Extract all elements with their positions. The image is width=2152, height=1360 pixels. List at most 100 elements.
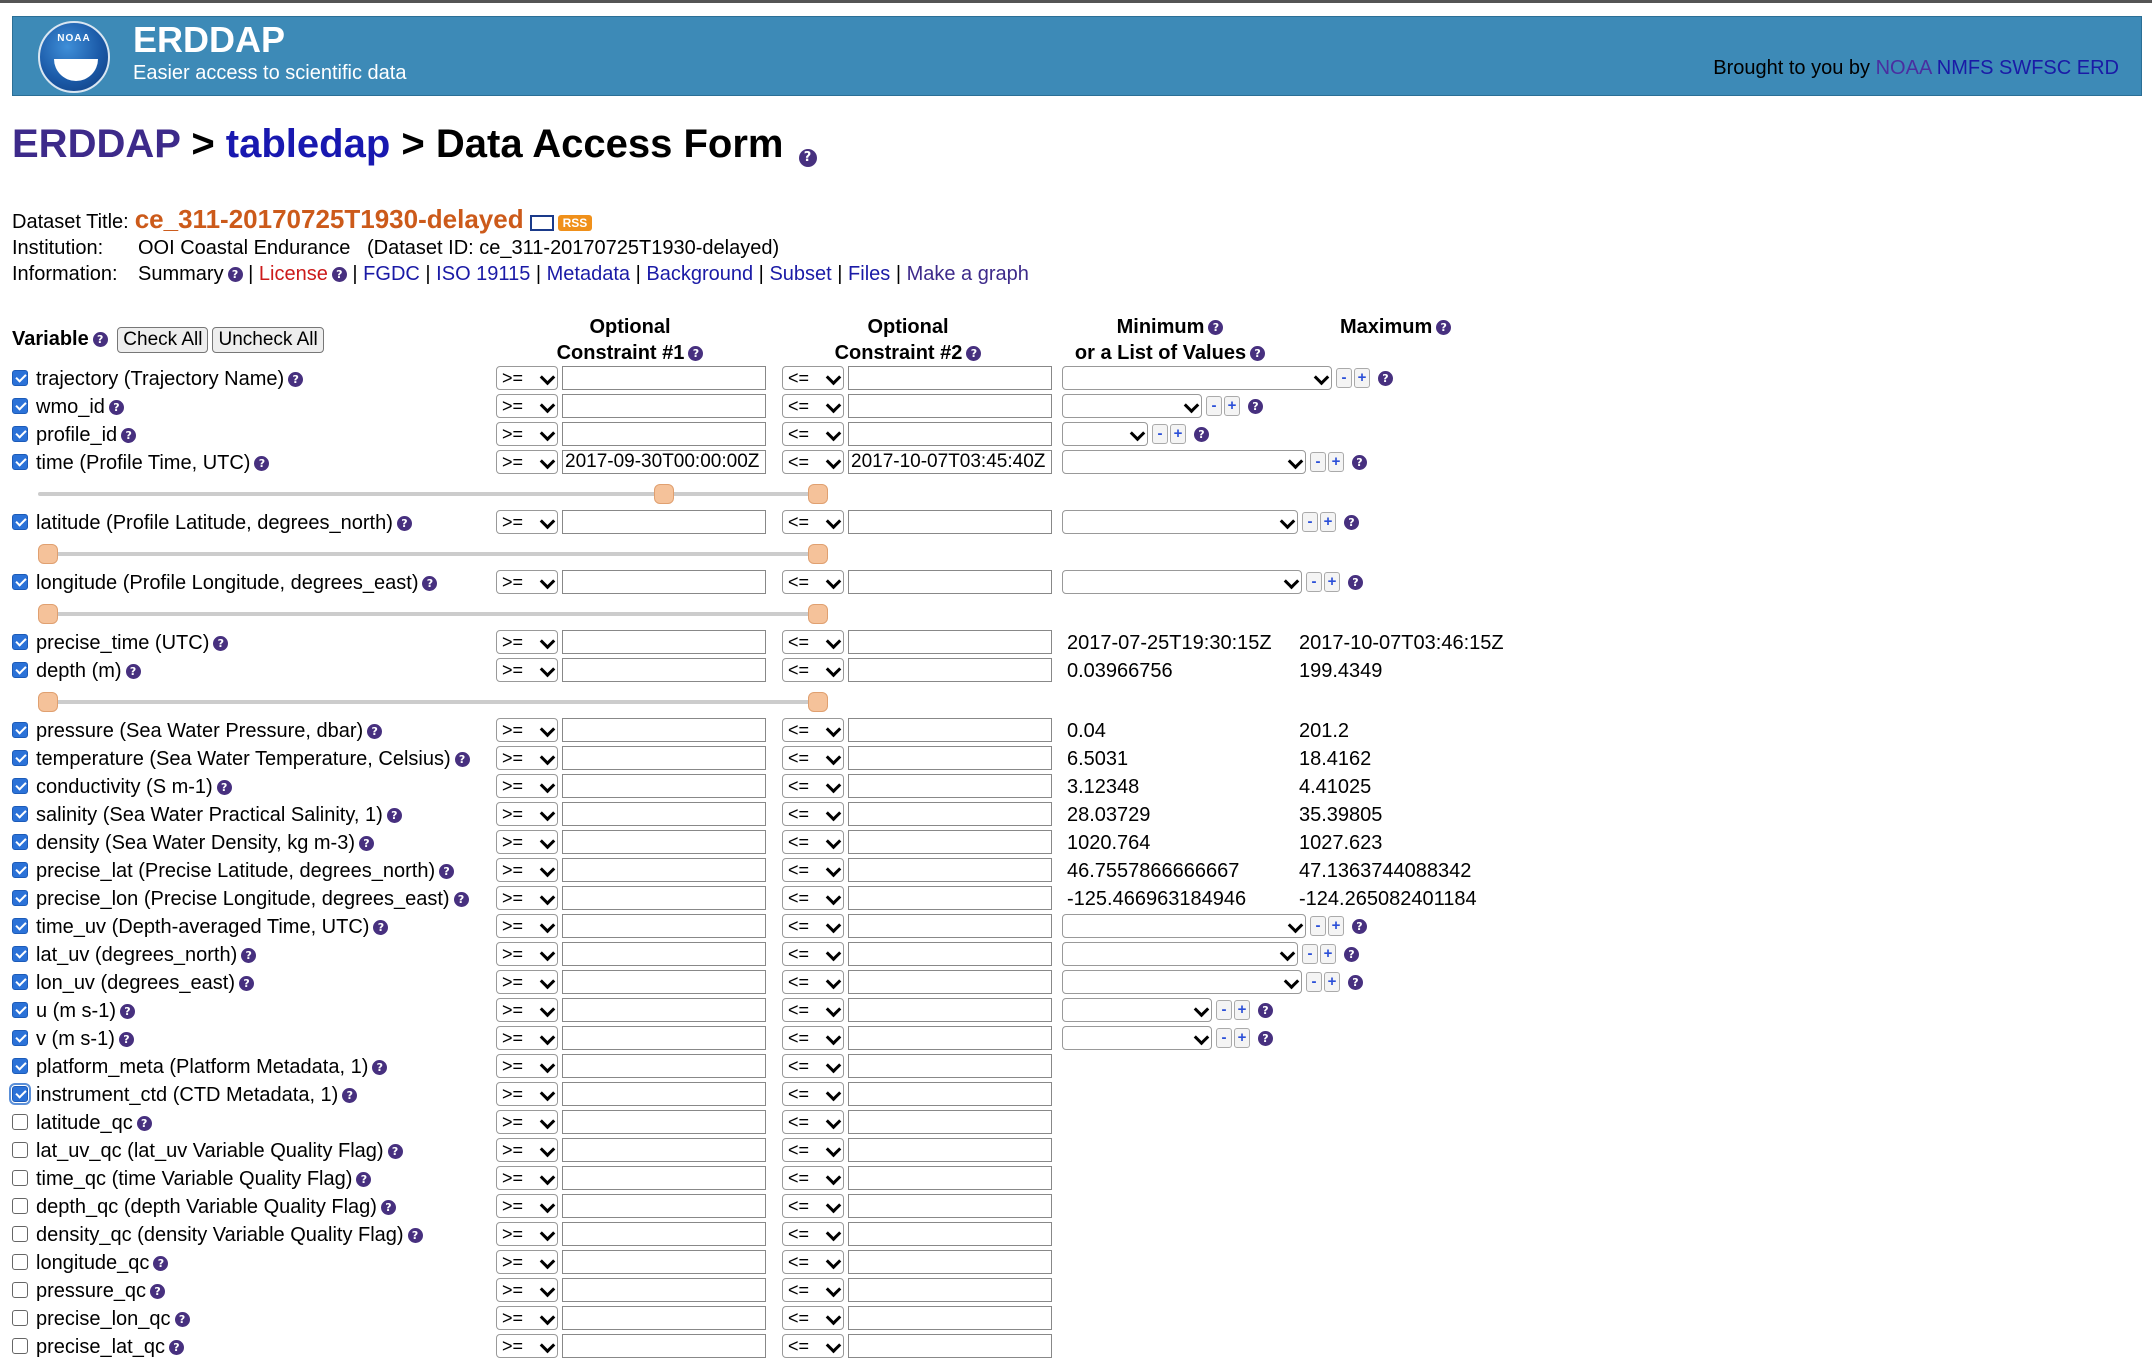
values-list-select[interactable]: [1062, 1026, 1212, 1050]
minus-button[interactable]: -: [1336, 368, 1352, 388]
background-link[interactable]: Background: [646, 263, 753, 285]
minus-button[interactable]: -: [1302, 944, 1318, 964]
constraint1-input[interactable]: [562, 422, 766, 446]
constraint2-input[interactable]: [848, 858, 1052, 882]
variable-checkbox[interactable]: [9, 1083, 31, 1105]
list-help-icon[interactable]: ?: [1248, 399, 1263, 414]
minus-button[interactable]: -: [1206, 396, 1222, 416]
operator2-select[interactable]: <=: [782, 830, 844, 854]
constraint1-input[interactable]: [562, 1334, 766, 1358]
variable-checkbox[interactable]: [12, 862, 28, 878]
operator2-select[interactable]: <=: [782, 570, 844, 594]
operator2-select[interactable]: <=: [782, 510, 844, 534]
constraint1-input[interactable]: [562, 1222, 766, 1246]
operator1-select[interactable]: >=: [496, 1138, 558, 1162]
operator1-select[interactable]: >=: [496, 1306, 558, 1330]
operator2-select[interactable]: <=: [782, 630, 844, 654]
constraint1-input[interactable]: 2017-09-30T00:00:00Z: [562, 450, 766, 474]
constraint2-input[interactable]: [848, 1222, 1052, 1246]
operator2-select[interactable]: <=: [782, 450, 844, 474]
plus-button[interactable]: +: [1324, 972, 1340, 992]
constraint1-input[interactable]: [562, 1054, 766, 1078]
constraint2-input[interactable]: [848, 1166, 1052, 1190]
range-slider[interactable]: [38, 544, 828, 564]
range-slider[interactable]: [38, 692, 828, 712]
constraint1-input[interactable]: [562, 914, 766, 938]
operator1-select[interactable]: >=: [496, 970, 558, 994]
constraint1-input[interactable]: [562, 1166, 766, 1190]
variable-checkbox[interactable]: [12, 834, 28, 850]
operator1-select[interactable]: >=: [496, 886, 558, 910]
variable-help-icon[interactable]: ?: [356, 1172, 372, 1188]
operator1-select[interactable]: >=: [496, 718, 558, 742]
list-help-icon[interactable]: ?: [1194, 427, 1209, 442]
minus-button[interactable]: -: [1216, 1000, 1232, 1020]
variable-help-icon[interactable]: ?: [453, 892, 469, 908]
operator1-select[interactable]: >=: [496, 858, 558, 882]
operator2-select[interactable]: <=: [782, 970, 844, 994]
constraint1-input[interactable]: [562, 970, 766, 994]
values-list-select[interactable]: [1062, 942, 1298, 966]
variable-help-icon[interactable]: ?: [407, 1228, 423, 1244]
constraint1-input[interactable]: [562, 1278, 766, 1302]
operator1-select[interactable]: >=: [496, 450, 558, 474]
constraint1-input[interactable]: [562, 718, 766, 742]
variable-help-icon[interactable]: ?: [386, 808, 402, 824]
noaa-logo[interactable]: NOAA: [38, 21, 110, 93]
license-help-icon[interactable]: ?: [331, 267, 347, 283]
variable-checkbox[interactable]: [12, 890, 28, 906]
constraint1-help-icon[interactable]: ?: [688, 346, 704, 362]
minus-button[interactable]: -: [1306, 972, 1322, 992]
constraint1-input[interactable]: [562, 510, 766, 534]
constraint2-input[interactable]: [848, 802, 1052, 826]
constraint2-input[interactable]: [848, 630, 1052, 654]
variable-checkbox[interactable]: [12, 370, 28, 386]
variable-checkbox[interactable]: [12, 806, 28, 822]
constraint1-input[interactable]: [562, 1194, 766, 1218]
operator2-select[interactable]: <=: [782, 394, 844, 418]
variable-checkbox[interactable]: [12, 1310, 28, 1326]
variable-checkbox[interactable]: [12, 1058, 28, 1074]
erd-link[interactable]: ERD: [2077, 57, 2119, 79]
operator2-select[interactable]: <=: [782, 1138, 844, 1162]
variable-checkbox[interactable]: [12, 662, 28, 678]
slider-handle-start[interactable]: [654, 484, 674, 504]
values-list-select[interactable]: [1062, 450, 1306, 474]
variable-help-icon[interactable]: ?: [174, 1312, 190, 1328]
email-icon[interactable]: [529, 214, 554, 231]
summary-help-icon[interactable]: ?: [227, 267, 243, 283]
constraint1-input[interactable]: [562, 1026, 766, 1050]
variable-checkbox[interactable]: [12, 1254, 28, 1270]
operator1-select[interactable]: >=: [496, 1334, 558, 1358]
operator1-select[interactable]: >=: [496, 1082, 558, 1106]
constraint2-input[interactable]: [848, 998, 1052, 1022]
slider-handle-end[interactable]: [808, 692, 828, 712]
operator1-select[interactable]: >=: [496, 1166, 558, 1190]
operator1-select[interactable]: >=: [496, 802, 558, 826]
operator2-select[interactable]: <=: [782, 886, 844, 910]
variable-help-icon[interactable]: ?: [150, 1284, 166, 1300]
constraint2-input[interactable]: [848, 1278, 1052, 1302]
brand-title[interactable]: ERDDAP: [133, 19, 406, 61]
operator2-select[interactable]: <=: [782, 1194, 844, 1218]
list-help-icon[interactable]: ?: [1258, 1031, 1273, 1046]
range-slider[interactable]: [38, 484, 828, 504]
slider-handle-start[interactable]: [38, 604, 58, 624]
uncheck-all-button[interactable]: Uncheck All: [212, 327, 324, 353]
operator2-select[interactable]: <=: [782, 1306, 844, 1330]
variable-checkbox[interactable]: [12, 1142, 28, 1158]
plus-button[interactable]: +: [1354, 368, 1370, 388]
variable-help-icon[interactable]: ?: [254, 456, 270, 472]
list-help-icon[interactable]: ?: [1344, 515, 1359, 530]
values-list-select[interactable]: [1062, 970, 1302, 994]
operator1-select[interactable]: >=: [496, 1250, 558, 1274]
constraint1-input[interactable]: [562, 1082, 766, 1106]
variable-help-icon[interactable]: ?: [239, 976, 255, 992]
breadcrumb-tabledap[interactable]: tabledap: [226, 122, 390, 166]
variable-help-icon[interactable]: ?: [121, 428, 137, 444]
variable-help-icon[interactable]: ?: [213, 636, 229, 652]
slider-handle-start[interactable]: [38, 544, 58, 564]
subset-link[interactable]: Subset: [769, 263, 831, 285]
constraint1-input[interactable]: [562, 1138, 766, 1162]
operator2-select[interactable]: <=: [782, 1166, 844, 1190]
